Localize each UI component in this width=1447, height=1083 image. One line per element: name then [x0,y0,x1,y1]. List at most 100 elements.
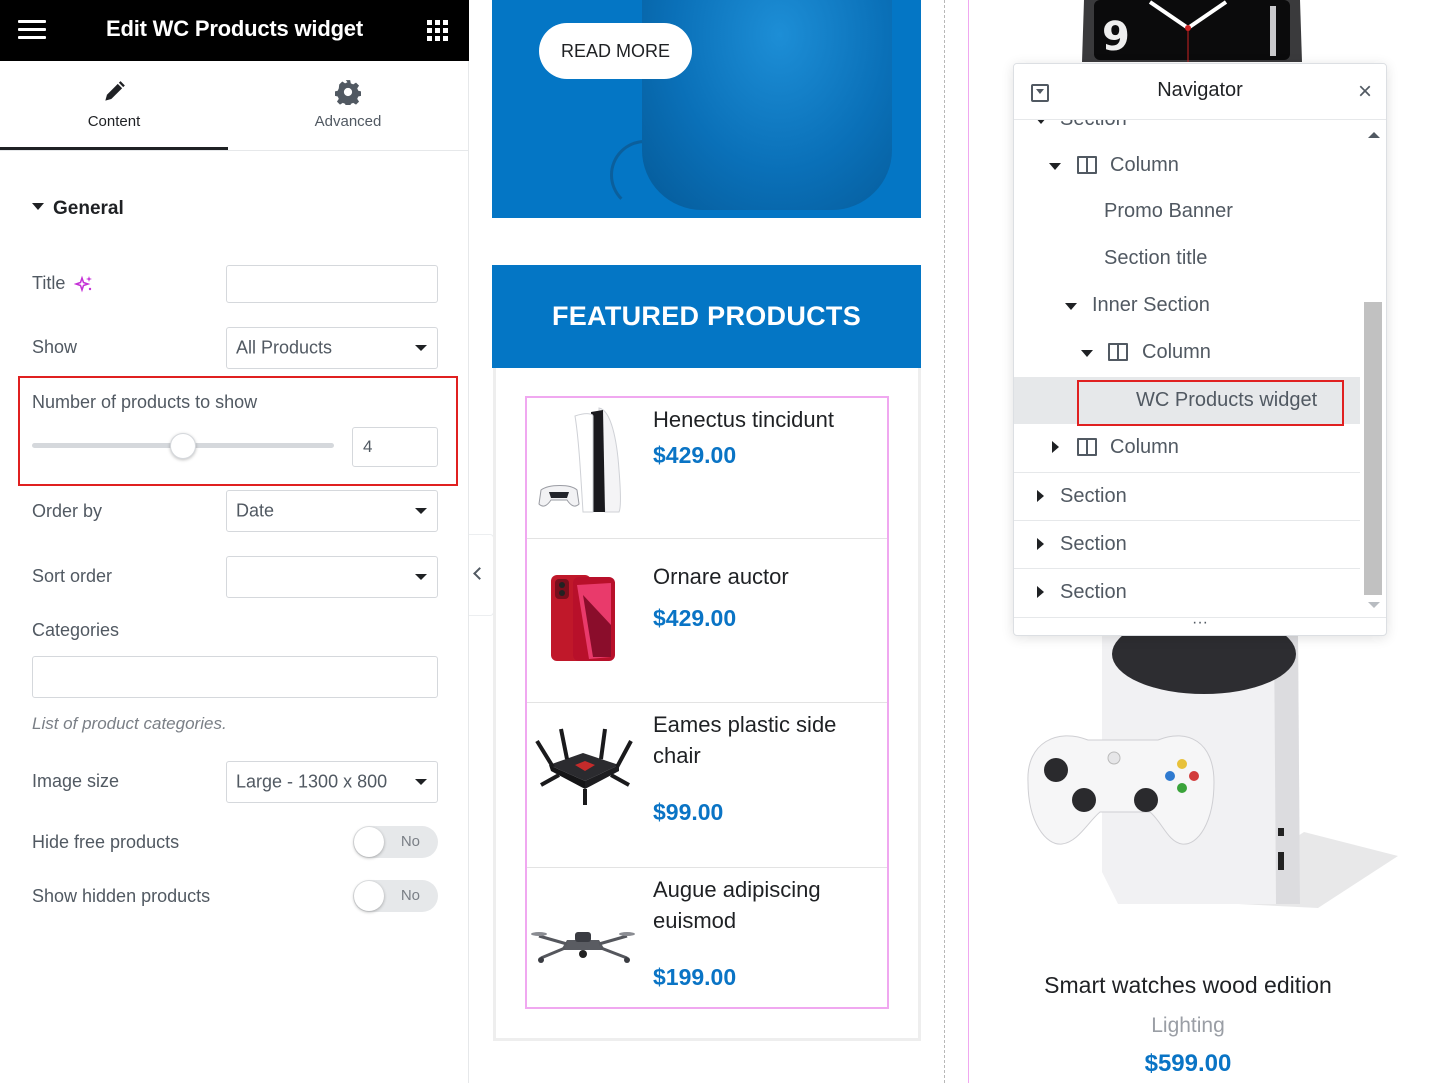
switch-knob [354,827,384,857]
caret-down-icon [415,574,427,580]
game-console-icon [538,407,621,513]
hidefree-label: Hide free products [32,832,180,852]
caret-down-icon [1081,350,1093,357]
product-name[interactable]: Augue adipiscing euismod [653,874,878,936]
navigator-panel: Navigator × Section Column Promo Banner … [1013,63,1387,636]
number-input[interactable]: 4 [352,427,438,467]
orderby-label: Order by [32,501,103,521]
caret-down-icon [415,779,427,785]
nav-item-promo-banner[interactable]: Promo Banner [1014,188,1360,235]
product-item[interactable]: Eames plastic side chair $99.00 [527,703,887,868]
scrollbar-thumb[interactable] [1364,302,1382,595]
smartphone-icon [551,575,615,661]
imagesize-label: Image size [32,771,120,791]
caret-down-icon [415,345,427,351]
title-label: Title [32,273,94,294]
showhidden-switch-label: No [400,887,420,904]
wc-products-widget[interactable]: Henectus tincidunt $429.00 Ornare auctor… [525,396,889,1009]
section-general-title: General [53,198,124,219]
read-more-button[interactable]: READ MORE [539,23,692,79]
nav-item-column[interactable]: Column [1014,424,1360,471]
nav-item-column[interactable]: Column [1014,142,1360,189]
caret-right-icon [1037,586,1044,598]
editor-panel: Edit WC Products widget Content Advanced [0,0,469,1083]
switch-knob [354,881,384,911]
product-price: $429.00 [653,605,737,631]
nav-item-label: Section [1060,485,1127,507]
sortorder-select[interactable] [226,556,438,598]
tab-advanced[interactable]: Advanced [228,61,468,150]
panel-title: Edit WC Products widget [106,16,363,41]
tab-advanced-label: Advanced [314,113,382,130]
column-icon [1077,438,1097,456]
widgets-grid-icon[interactable] [427,20,448,41]
scroll-down-icon[interactable] [1368,602,1380,608]
show-label: Show [32,337,78,357]
nav-item-label: Column [1110,154,1179,176]
number-input-value: 4 [363,437,373,456]
nav-item-label: Column [1142,341,1211,363]
nav-item-section[interactable]: Section [1014,568,1360,615]
close-icon[interactable]: × [1358,78,1372,106]
nav-item-section[interactable]: Section [1014,520,1360,567]
product-item[interactable]: Augue adipiscing euismod $199.00 [527,868,887,1007]
right-product-title[interactable]: Smart watches wood edition [968,972,1408,999]
svg-text:9: 9 [1102,14,1130,60]
caret-down-icon [32,203,44,211]
more-dots-icon: ··· [1192,614,1208,631]
router-icon [535,728,633,805]
nav-item-column[interactable]: Column [1014,329,1360,376]
section-general-toggle[interactable]: General [32,198,124,220]
product-name[interactable]: Henectus tincidunt [653,404,878,435]
orderby-select-value: Date [236,500,275,521]
categories-label: Categories [32,620,120,640]
caret-right-icon [1037,490,1044,502]
navigator-tree: Section Column Promo Banner Section titl… [1014,120,1360,618]
editor-screen: Edit WC Products widget Content Advanced [0,0,1447,1083]
nav-item-inner-section[interactable]: Inner Section [1014,282,1360,329]
title-label-text: Title [32,273,66,293]
nav-item-section[interactable]: Section [1014,120,1360,143]
caret-down-icon [415,508,427,514]
nav-item-section[interactable]: Section [1014,472,1360,519]
column-icon [1108,343,1128,361]
number-label: Number of products to show [32,392,258,412]
product-price: $199.00 [653,964,737,990]
navigator-header[interactable]: Navigator × [1014,64,1386,120]
imagesize-select[interactable]: Large - 1300 x 800 [226,761,438,803]
pencil-icon [105,81,125,101]
product-name[interactable]: Eames plastic side chair [653,709,878,771]
title-input[interactable] [226,265,438,303]
caret-down-icon [1065,303,1077,310]
tab-content[interactable]: Content [0,61,228,150]
number-slider-handle[interactable] [170,433,196,459]
nav-item-label: Section [1060,533,1127,555]
categories-input[interactable] [32,656,438,698]
product-item[interactable]: Henectus tincidunt $429.00 [527,398,887,539]
ai-sparkle-icon[interactable] [73,274,94,294]
show-select[interactable]: All Products [226,327,438,369]
nav-item-label: Section title [1104,247,1208,269]
panel-header: Edit WC Products widget [0,0,469,61]
showhidden-switch[interactable]: No [353,880,438,912]
nav-item-label: Column [1110,436,1179,458]
panel-tabs: Content Advanced [0,61,469,151]
gear-icon [335,80,361,105]
right-product-category[interactable]: Lighting [968,1014,1408,1038]
navigator-scrollbar[interactable] [1362,120,1386,617]
navigator-resize-handle[interactable]: ··· [1014,614,1386,635]
caret-down-icon [1049,163,1061,170]
show-select-value: All Products [236,337,333,358]
nav-item-section-title[interactable]: Section title [1014,235,1360,282]
product-name[interactable]: Ornare auctor [653,561,878,592]
hidefree-switch[interactable]: No [353,826,438,858]
scroll-up-icon[interactable] [1368,132,1380,138]
caret-down-icon [1035,120,1047,124]
nav-item-label: Inner Section [1092,294,1210,316]
collapse-panel-button[interactable] [469,534,494,616]
column-guide [968,0,969,1083]
highlight-box [1077,380,1344,426]
orderby-select[interactable]: Date [226,490,438,532]
product-item[interactable]: Ornare auctor $429.00 [527,539,887,703]
categories-hint: List of product categories. [32,714,227,733]
